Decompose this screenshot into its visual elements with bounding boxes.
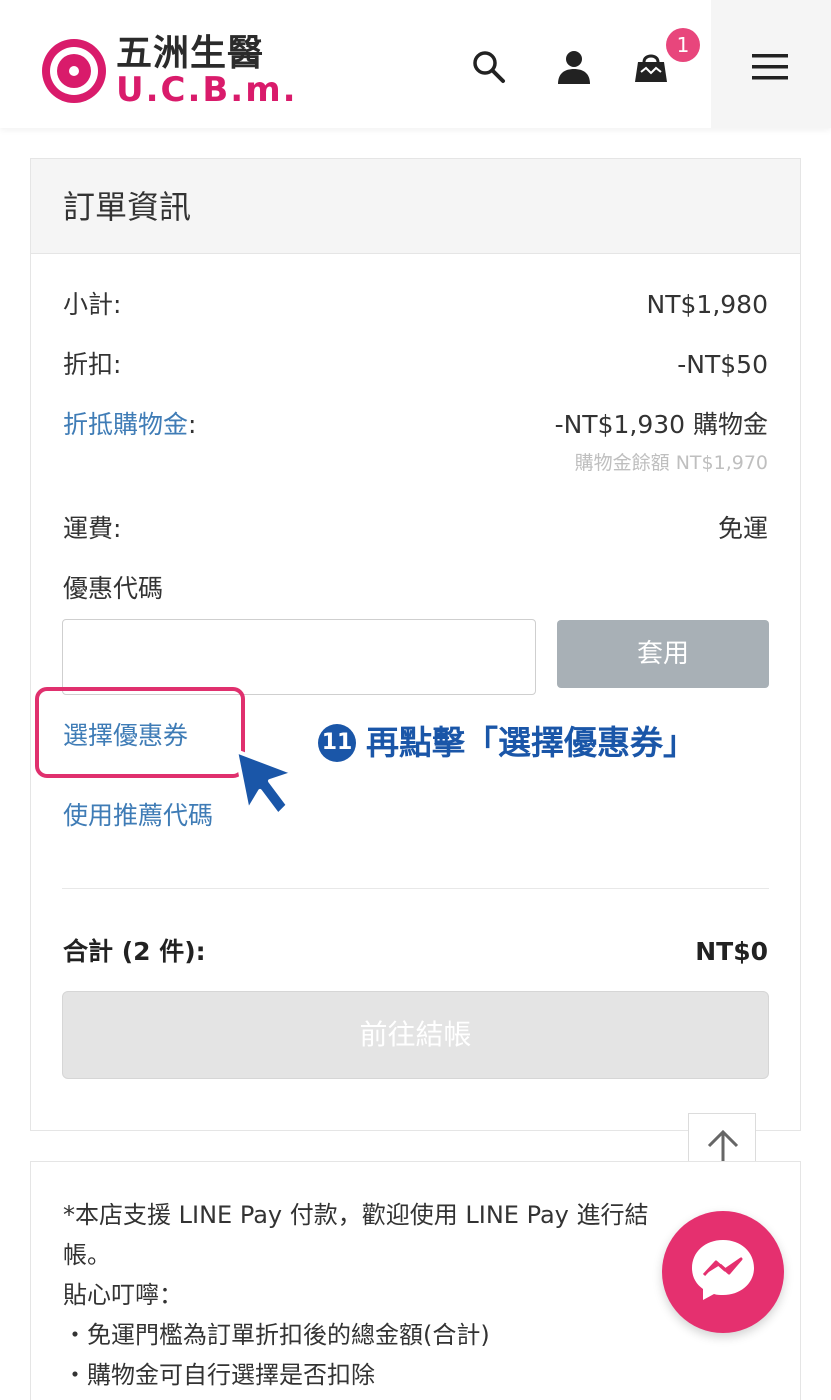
cart-count-badge: 1: [666, 28, 700, 62]
subtotal-label: 小計:: [63, 290, 122, 319]
pointer-cursor-icon: [234, 749, 296, 817]
subtotal-value: NT$1,980: [646, 290, 768, 319]
summary-divider: [62, 888, 769, 889]
discount-value: -NT$50: [677, 350, 768, 379]
checkout-button[interactable]: 前往結帳: [62, 991, 769, 1079]
brand-logo[interactable]: 五洲生醫 U.C.B.m.: [42, 34, 332, 110]
coupon-code-input[interactable]: [62, 619, 536, 695]
search-icon[interactable]: [470, 48, 508, 86]
notice-line: ・免運門檻為訂單折扣後的總金額(合計): [63, 1321, 490, 1349]
order-summary-title: 訂單資訊: [63, 188, 192, 226]
referral-code-link[interactable]: 使用推薦代碼: [63, 800, 213, 832]
credit-label-row: 折抵購物金:: [63, 409, 196, 441]
menu-icon[interactable]: [750, 50, 790, 84]
total-value: NT$0: [695, 937, 768, 966]
step-number-badge: 11: [318, 724, 356, 762]
apply-coupon-button[interactable]: 套用: [557, 620, 769, 688]
messenger-icon: [692, 1240, 754, 1300]
credit-balance: 購物金餘額 NT$1,970: [574, 452, 768, 474]
shipping-label: 運費:: [63, 514, 122, 543]
choose-coupon-highlight: [35, 687, 245, 778]
notice-line: 貼心叮嚀：: [63, 1281, 183, 1309]
coupon-code-label: 優惠代碼: [63, 574, 164, 603]
cart-icon[interactable]: [632, 48, 670, 86]
logo-emblem-icon: [42, 39, 106, 103]
user-icon[interactable]: [555, 48, 593, 86]
order-summary-header: 訂單資訊: [31, 159, 800, 254]
shipping-value: 免運: [717, 514, 768, 543]
messenger-chat-button[interactable]: [662, 1211, 784, 1333]
logo-english-name: U.C.B.m.: [116, 70, 298, 110]
discount-label: 折扣:: [63, 350, 122, 379]
logo-chinese-name: 五洲生醫: [116, 33, 265, 74]
credit-value: -NT$1,930 購物金: [554, 410, 768, 439]
site-header: 五洲生醫 U.C.B.m. 1: [0, 0, 831, 128]
notice-line: 帳。: [63, 1241, 111, 1269]
total-label: 合計 (2 件):: [63, 937, 206, 966]
notice-line: *本店支援 LINE Pay 付款，歡迎使用 LINE Pay 進行結: [63, 1201, 649, 1229]
step-instruction: 再點擊「選擇優惠券」: [366, 723, 696, 762]
credit-label-colon: :: [188, 410, 197, 439]
credit-label-link[interactable]: 折抵購物金: [63, 410, 188, 439]
notice-line: ・購物金可自行選擇是否扣除: [63, 1361, 375, 1389]
